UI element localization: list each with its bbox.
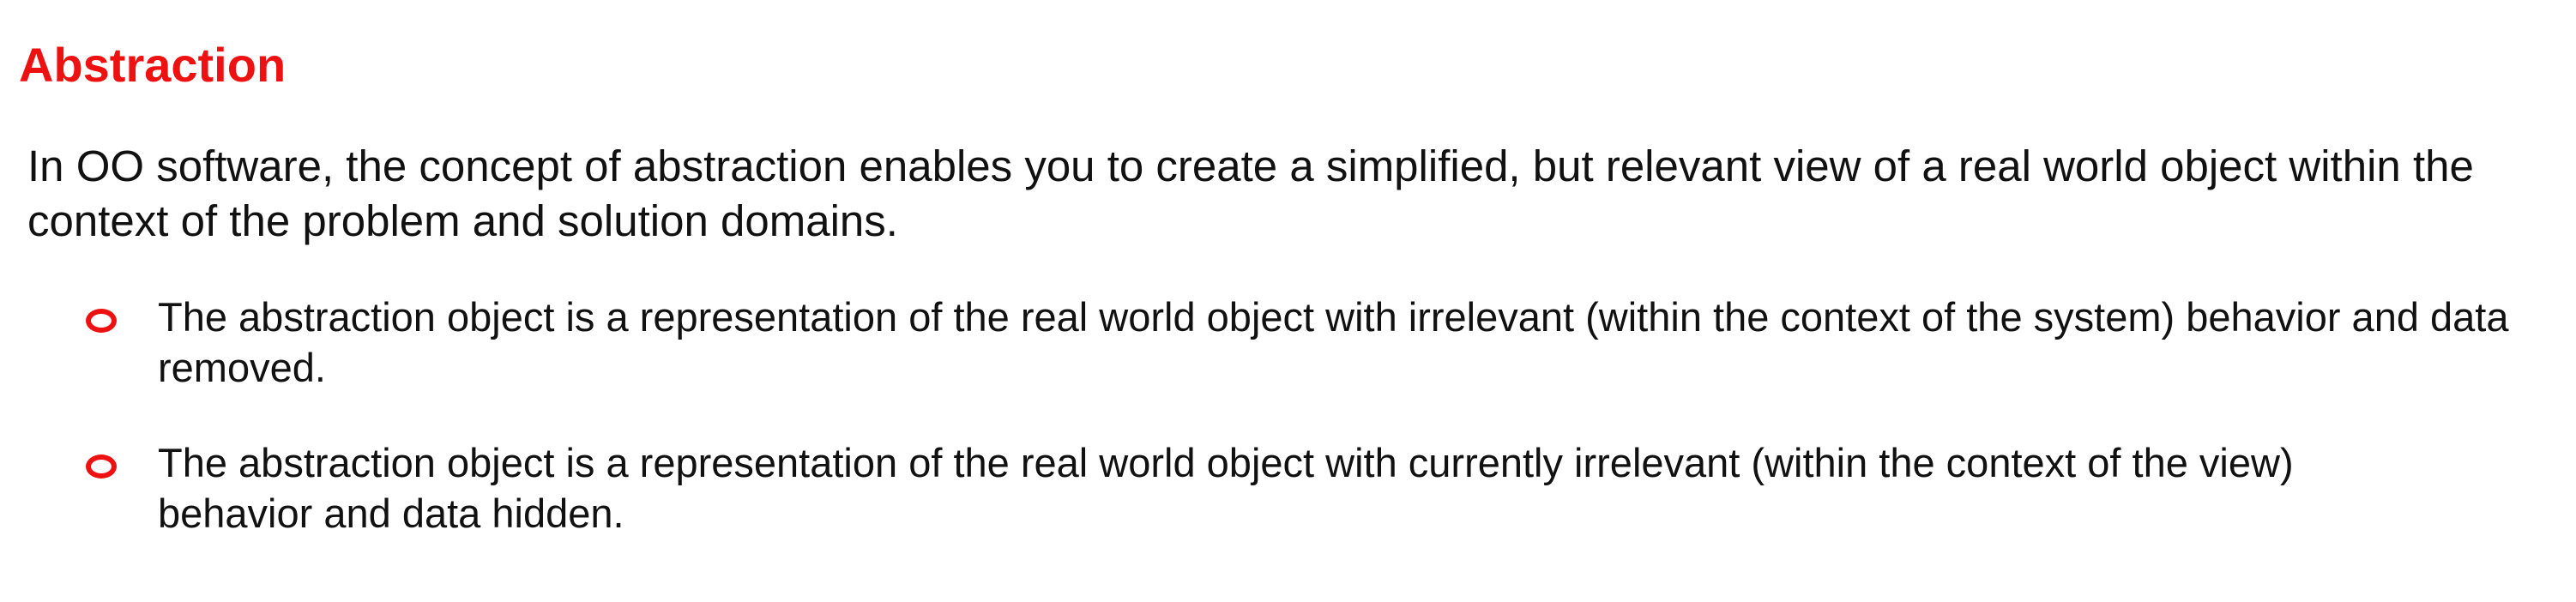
page-title: Abstraction [19, 38, 287, 92]
intro-paragraph: In OO software, the concept of abstracti… [27, 141, 2474, 245]
bullet-text: The abstraction object is a representati… [158, 294, 2509, 390]
list-item: The abstraction object is a representati… [86, 437, 2565, 539]
list-item: The abstraction object is a representati… [86, 292, 2565, 393]
bullet-list: The abstraction object is a representati… [86, 292, 2565, 583]
hollow-circle-bullet-icon [86, 455, 117, 479]
slide-page: { "heading": "Abstraction", "intro": "In… [0, 0, 2576, 602]
hollow-circle-bullet-icon [86, 309, 117, 333]
bullet-text: The abstraction object is a representati… [158, 440, 2294, 536]
